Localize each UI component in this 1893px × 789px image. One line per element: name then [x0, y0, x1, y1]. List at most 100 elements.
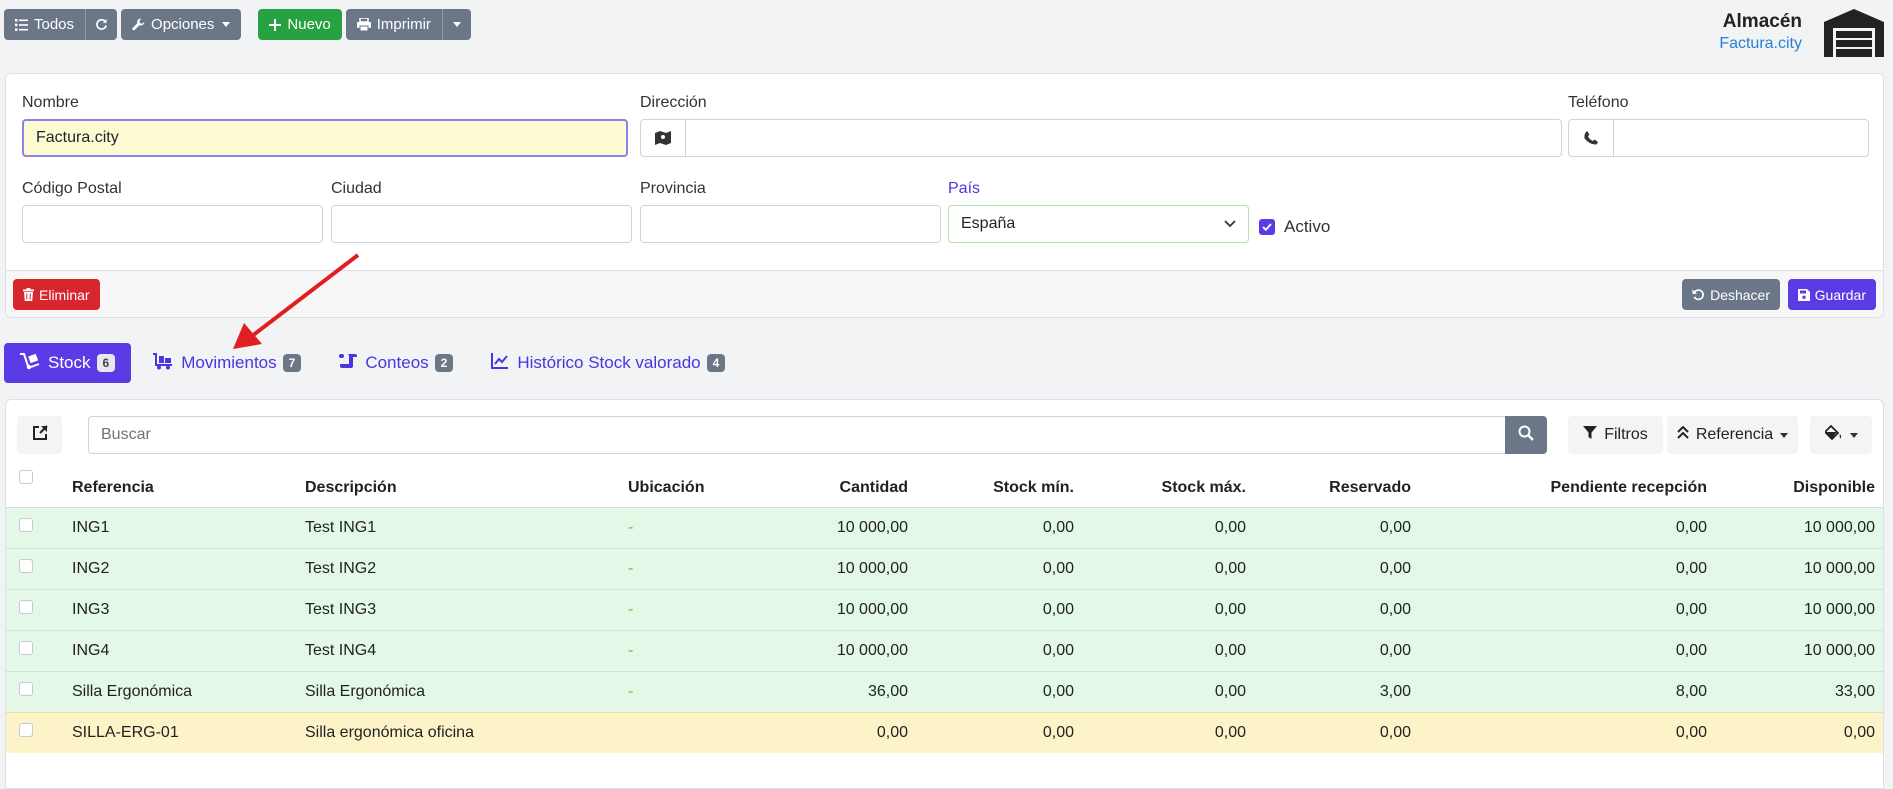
cell-stock-max: 0,00	[1082, 547, 1254, 589]
active-checkbox[interactable]	[1259, 219, 1275, 235]
new-button[interactable]: Nuevo	[258, 9, 342, 40]
tab-stock-label: Stock	[48, 353, 91, 372]
table-row[interactable]: SILLA-ERG-01 Silla ergonómica oficina 0,…	[6, 711, 1883, 753]
cell-reference[interactable]: SILLA-ERG-01	[64, 711, 297, 753]
row-checkbox[interactable]	[19, 517, 33, 532]
tab-bar: Stock 6 Movimientos 7 Conteos 2 Históric…	[4, 343, 747, 383]
cell-reference[interactable]: ING3	[64, 588, 297, 630]
order-button[interactable]: Referencia	[1667, 416, 1798, 454]
column-header-location[interactable]: Ubicación	[620, 470, 750, 508]
cell-reserved: 0,00	[1254, 588, 1419, 630]
warehouse-icon	[1823, 8, 1885, 63]
row-checkbox[interactable]	[19, 722, 33, 737]
country-select-value: España	[961, 215, 1016, 232]
row-select-cell	[6, 711, 64, 753]
country-select[interactable]: España	[948, 205, 1249, 243]
cell-pending: 8,00	[1419, 670, 1715, 712]
tab-stock[interactable]: Stock 6	[4, 343, 132, 383]
table-row[interactable]: ING1 Test ING1 - 10 000,00 0,00 0,00 0,0…	[6, 506, 1883, 548]
refresh-icon	[95, 18, 108, 31]
trash-icon	[23, 288, 34, 301]
color-legend-button[interactable]	[1810, 416, 1872, 454]
cell-location: -	[620, 629, 750, 671]
tab-stock-history[interactable]: Histórico Stock valorado 4	[475, 343, 741, 383]
cell-pending: 0,00	[1419, 547, 1715, 589]
name-input[interactable]	[22, 119, 628, 157]
save-button[interactable]: Guardar	[1787, 279, 1876, 310]
search-button[interactable]	[1505, 416, 1547, 454]
all-button[interactable]: Todos	[4, 9, 86, 40]
delete-button[interactable]: Eliminar	[13, 279, 100, 310]
column-header-stock-min[interactable]: Stock mín.	[916, 470, 1082, 508]
column-header-quantity[interactable]: Cantidad	[750, 470, 916, 508]
phone-input[interactable]	[1613, 119, 1869, 157]
tab-counts-count: 2	[434, 354, 454, 372]
phone-field-group: Teléfono	[1568, 93, 1869, 157]
cell-reserved: 0,00	[1254, 506, 1419, 548]
province-input[interactable]	[640, 205, 941, 243]
chevron-down-icon	[1780, 432, 1789, 438]
double-chevron-up-icon	[1677, 425, 1689, 445]
tab-stock-history-count: 4	[706, 354, 726, 372]
cell-available: 10 000,00	[1715, 547, 1883, 589]
table-row[interactable]: ING3 Test ING3 - 10 000,00 0,00 0,00 0,0…	[6, 588, 1883, 630]
table-row[interactable]: Silla Ergonómica Silla Ergonómica - 36,0…	[6, 670, 1883, 712]
postal-code-input[interactable]	[22, 205, 323, 243]
refresh-button[interactable]	[85, 9, 118, 40]
address-input[interactable]	[685, 119, 1562, 157]
cell-reference[interactable]: ING1	[64, 506, 297, 548]
undo-button-label: Deshacer	[1710, 286, 1770, 303]
cell-quantity: 10 000,00	[750, 547, 916, 589]
tab-stock-history-label: Histórico Stock valorado	[517, 353, 701, 372]
column-header-available[interactable]: Disponible	[1715, 470, 1883, 508]
column-header-reserved[interactable]: Reservado	[1254, 470, 1419, 508]
cell-reference[interactable]: ING4	[64, 629, 297, 671]
select-all-cell	[6, 470, 64, 508]
column-header-pending[interactable]: Pendiente recepción	[1419, 470, 1715, 508]
filters-button[interactable]: Filtros	[1568, 416, 1663, 454]
cell-reference[interactable]: ING2	[64, 547, 297, 589]
city-field-group: Ciudad	[331, 179, 632, 243]
page-title: Almacén	[1722, 11, 1802, 32]
undo-button[interactable]: Deshacer	[1682, 279, 1780, 310]
page-header: Almacén Factura.city	[1719, 11, 1802, 55]
map-icon	[640, 119, 685, 157]
chevron-down-icon	[452, 22, 461, 27]
cell-stock-min: 0,00	[916, 506, 1082, 548]
annotation-arrow	[233, 253, 360, 349]
column-header-stock-max[interactable]: Stock máx.	[1082, 470, 1254, 508]
print-dropdown-toggle[interactable]	[441, 9, 471, 40]
name-label: Nombre	[22, 94, 79, 111]
print-button[interactable]: Imprimir	[345, 9, 442, 40]
select-all-checkbox[interactable]	[19, 470, 33, 484]
cell-location: -	[620, 670, 750, 712]
line-chart-icon	[491, 352, 509, 374]
cell-stock-min: 0,00	[916, 588, 1082, 630]
city-input[interactable]	[331, 205, 632, 243]
row-checkbox[interactable]	[19, 599, 33, 614]
row-checkbox[interactable]	[19, 681, 33, 696]
row-select-cell	[6, 547, 64, 589]
table-header-row: Referencia Descripción Ubicación Cantida…	[6, 470, 1883, 508]
stock-list: Filtros Referencia Referencia Descripció…	[5, 399, 1884, 789]
column-header-description[interactable]: Descripción	[297, 470, 620, 508]
cell-stock-min: 0,00	[916, 670, 1082, 712]
table-row[interactable]: ING4 Test ING4 - 10 000,00 0,00 0,00 0,0…	[6, 629, 1883, 671]
cell-stock-max: 0,00	[1082, 670, 1254, 712]
row-checkbox[interactable]	[19, 640, 33, 655]
table-row[interactable]: ING2 Test ING2 - 10 000,00 0,00 0,00 0,0…	[6, 547, 1883, 589]
order-button-label: Referencia	[1695, 426, 1774, 443]
country-label: País	[948, 180, 981, 197]
column-header-reference[interactable]: Referencia	[64, 470, 297, 508]
row-checkbox[interactable]	[19, 558, 33, 573]
cell-reserved: 0,00	[1254, 547, 1419, 589]
cell-pending: 0,00	[1419, 588, 1715, 630]
cell-reference[interactable]: Silla Ergonómica	[64, 670, 297, 712]
save-button-label: Guardar	[1814, 286, 1866, 303]
new-button-label: Nuevo	[287, 16, 331, 33]
search-input[interactable]	[88, 416, 1505, 454]
row-select-cell	[6, 629, 64, 671]
export-button[interactable]	[17, 416, 62, 454]
options-button[interactable]: Opciones	[121, 9, 242, 40]
active-toggle[interactable]: Activo	[1259, 217, 1330, 237]
